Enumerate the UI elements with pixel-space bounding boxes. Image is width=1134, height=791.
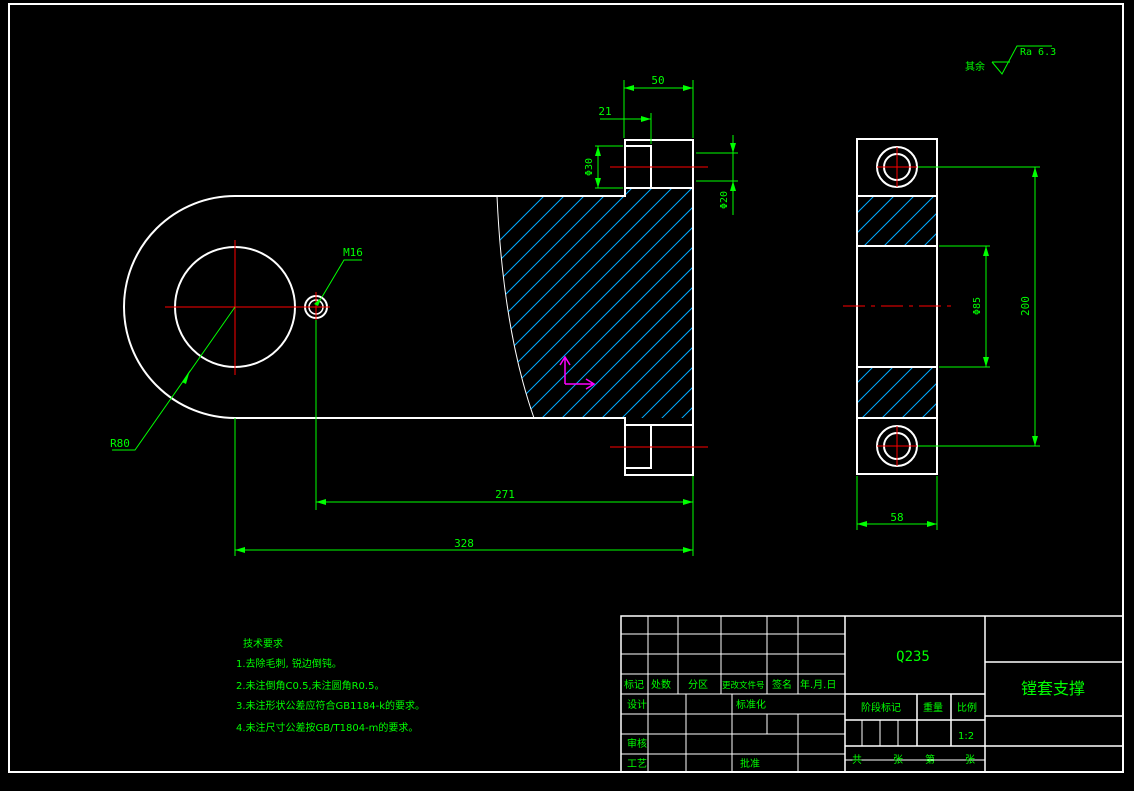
side-hatch-bottom	[857, 367, 937, 418]
label-approve: 批准	[740, 757, 760, 770]
label-change-doc: 更改文件号	[722, 680, 765, 691]
dim-200-text: 200	[1019, 296, 1032, 316]
dim-271-text: 271	[495, 488, 515, 501]
side-view: Φ85 200 58	[843, 138, 1040, 530]
label-process: 工艺	[627, 758, 647, 770]
title-block: 标记 处数 分区 更改文件号 签名 年.月.日 设计 标准化 阶段标记 重量 比…	[620, 615, 1124, 773]
dim-328-text: 328	[454, 537, 474, 550]
break-line	[496, 195, 535, 419]
label-zone: 分区	[688, 679, 708, 691]
label-sign: 签名	[772, 678, 792, 691]
scale-value: 1:2	[958, 731, 974, 742]
label-mark: 标记	[624, 679, 644, 691]
dim-d20-text: Φ20	[719, 191, 730, 209]
surface-roughness: 其余 Ra 6.3	[965, 45, 1056, 75]
sheet-border	[8, 3, 1124, 773]
label-date: 年.月.日	[800, 678, 836, 691]
roughness-value: Ra 6.3	[1020, 47, 1056, 58]
tech-item-2: 2.未注倒角C0.5,未注圆角R0.5。	[236, 679, 384, 692]
center-lines	[165, 166, 708, 448]
dim-d30-text: Φ30	[584, 158, 595, 176]
section-hatch	[497, 188, 693, 418]
label-design: 设计	[627, 698, 647, 711]
label-sheet2: 张	[965, 754, 975, 766]
drawing-sheet: 50 21 Φ30 Φ20 M16 R80 271 328 Φ85 200 58…	[8, 3, 1124, 773]
tech-item-4: 4.未注尺寸公差按GB/T1804-m的要求。	[236, 721, 418, 734]
tech-requirements: 技术要求 1.去除毛刺, 锐边倒钝。 2.未注倒角C0.5,未注圆角R0.5。 …	[236, 637, 425, 734]
cad-drawing-canvas: 50 21 Φ30 Φ20 M16 R80 271 328 Φ85 200 58…	[0, 0, 1134, 791]
label-weight: 重量	[923, 701, 943, 714]
label-scale: 比例	[957, 701, 977, 714]
label-standardize: 标准化	[736, 698, 766, 711]
label-review: 审核	[627, 737, 647, 750]
label-count: 处数	[651, 678, 671, 691]
roughness-prefix: 其余	[965, 60, 985, 73]
dimension-lines	[112, 80, 738, 556]
dim-58-text: 58	[890, 511, 903, 524]
dim-21-text: 21	[598, 105, 611, 118]
label-page: 第	[925, 753, 935, 766]
label-stage-mark: 阶段标记	[861, 701, 901, 714]
label-sheet: 张	[893, 754, 903, 766]
tech-item-1: 1.去除毛刺, 锐边倒钝。	[236, 657, 342, 670]
front-view: 50 21 Φ30 Φ20 M16 R80 271 328	[110, 74, 738, 556]
dim-50-text: 50	[651, 74, 664, 87]
material-text: Q235	[896, 649, 930, 665]
ucs-icon	[559, 355, 596, 390]
part-name-text: 镗套支撑	[1021, 679, 1085, 698]
side-dimension-lines	[856, 166, 1040, 530]
tech-item-3: 3.未注形状公差应符合GB1184-k的要求。	[236, 699, 425, 712]
dim-m16-text: M16	[343, 246, 363, 259]
dim-d85-text: Φ85	[972, 297, 983, 315]
tech-title: 技术要求	[243, 637, 283, 650]
dim-r80-text: R80	[110, 437, 130, 450]
side-hatch-top	[857, 196, 937, 246]
label-total: 共	[852, 754, 862, 766]
dimension-arrows	[182, 85, 736, 553]
title-block-labels: 标记 处数 分区 更改文件号 签名 年.月.日 设计 标准化 阶段标记 重量 比…	[624, 678, 977, 770]
